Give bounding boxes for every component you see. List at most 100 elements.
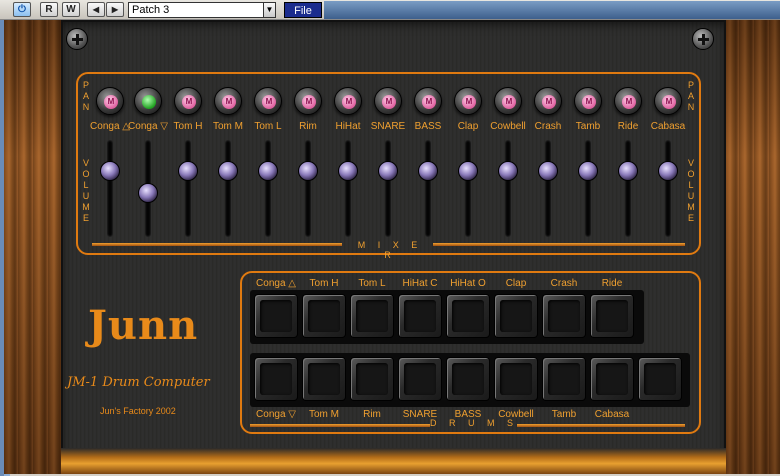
host-toolbar: ⏻ R W ◀ ▶ Patch 3 ▼ File (0, 0, 780, 20)
mute-button[interactable]: M (334, 87, 362, 115)
mute-button[interactable]: M (654, 87, 682, 115)
volume-fader-track[interactable] (305, 140, 311, 237)
volume-fader-track[interactable] (505, 140, 511, 237)
chevron-down-icon[interactable]: ▼ (263, 3, 275, 17)
volume-fader-track[interactable] (625, 140, 631, 237)
mute-button[interactable]: M (214, 87, 242, 115)
drums-title: D R U M S (429, 418, 518, 428)
drum-pad[interactable] (494, 294, 538, 338)
volume-fader-knob[interactable] (618, 161, 638, 182)
volume-fader-track[interactable] (265, 140, 271, 237)
volume-fader-track[interactable] (425, 140, 431, 237)
mute-led-icon: M (182, 95, 196, 109)
host-window-edge (0, 20, 4, 476)
drum-pad[interactable] (350, 294, 394, 338)
mute-led-icon: M (582, 95, 596, 109)
volume-fader-track[interactable] (225, 140, 231, 237)
drum-pad[interactable] (638, 357, 682, 401)
mixer-divider-right (433, 243, 685, 246)
mute-button[interactable]: M (494, 87, 522, 115)
mute-button[interactable]: M (254, 87, 282, 115)
volume-fader-knob[interactable] (178, 161, 198, 182)
next-patch-button[interactable]: ▶ (106, 2, 124, 17)
mute-button[interactable]: M (134, 87, 162, 115)
factory-credit: Jun's Factory 2002 (100, 406, 176, 416)
mixer-divider-left (92, 243, 342, 246)
drum-pad[interactable] (350, 357, 394, 401)
mute-button[interactable]: M (174, 87, 202, 115)
power-button[interactable]: ⏻ (13, 2, 31, 17)
volume-fader-track[interactable] (545, 140, 551, 237)
drum-pad[interactable] (254, 294, 298, 338)
file-button[interactable]: File (284, 2, 322, 18)
volume-fader-track[interactable] (107, 140, 113, 237)
power-icon: ⏻ (18, 4, 26, 15)
patch-select[interactable]: Patch 3 ▼ (128, 2, 276, 18)
volume-fader-knob[interactable] (418, 161, 438, 182)
volume-fader-track[interactable] (185, 140, 191, 237)
wood-side-right (724, 20, 780, 474)
drum-pad[interactable] (254, 357, 298, 401)
mute-led-icon: M (222, 95, 236, 109)
volume-fader-track[interactable] (665, 140, 671, 237)
mute-led-icon: M (462, 95, 476, 109)
previous-patch-button[interactable]: ◀ (87, 2, 105, 17)
drum-pad[interactable] (590, 294, 634, 338)
mute-led-icon: M (622, 95, 636, 109)
volume-fader-knob[interactable] (458, 161, 478, 182)
pan-label-right: P A N (687, 80, 695, 112)
model-name: JM-1 Drum Computer (67, 375, 210, 390)
volume-fader-knob[interactable] (498, 161, 518, 182)
mute-button[interactable]: M (414, 87, 442, 115)
screw-icon (692, 28, 714, 50)
write-automation-button[interactable]: W (62, 2, 80, 17)
mute-led-icon: M (382, 95, 396, 109)
mute-button[interactable]: M (294, 87, 322, 115)
volume-fader-knob[interactable] (100, 161, 120, 182)
volume-fader-knob[interactable] (538, 161, 558, 182)
drum-pad[interactable] (446, 294, 490, 338)
bottom-trim (61, 448, 726, 474)
drum-pad[interactable] (590, 357, 634, 401)
volume-fader-track[interactable] (345, 140, 351, 237)
volume-fader-track[interactable] (385, 140, 391, 237)
patch-name: Patch 3 (132, 4, 170, 16)
pad-label: Ride (601, 278, 623, 289)
brand-logo: Junn (88, 302, 199, 349)
drum-pad[interactable] (302, 294, 346, 338)
drum-pad[interactable] (398, 357, 442, 401)
volume-fader-knob[interactable] (298, 161, 318, 182)
volume-fader-knob[interactable] (218, 161, 238, 182)
mute-button[interactable]: M (454, 87, 482, 115)
drum-pad[interactable] (398, 294, 442, 338)
mute-led-icon: M (662, 95, 676, 109)
drum-pad[interactable] (302, 357, 346, 401)
screw-icon (66, 28, 88, 50)
volume-fader-knob[interactable] (578, 161, 598, 182)
pan-label-left: P A N (82, 80, 90, 112)
mute-led-icon: M (342, 95, 356, 109)
drum-pad[interactable] (446, 357, 490, 401)
mute-led-icon: M (142, 95, 156, 109)
volume-fader-track[interactable] (585, 140, 591, 237)
volume-fader-track[interactable] (465, 140, 471, 237)
mute-button[interactable]: M (614, 87, 642, 115)
volume-fader-knob[interactable] (658, 161, 678, 182)
volume-label-left: V O L U M E (82, 158, 90, 223)
mute-button[interactable]: M (574, 87, 602, 115)
volume-fader-knob[interactable] (378, 161, 398, 182)
volume-fader-knob[interactable] (338, 161, 358, 182)
drums-divider-right (517, 424, 685, 427)
mute-button[interactable]: M (534, 87, 562, 115)
mute-button[interactable]: M (96, 87, 124, 115)
volume-fader-knob[interactable] (258, 161, 278, 182)
mute-button[interactable]: M (374, 87, 402, 115)
drum-pad[interactable] (542, 357, 586, 401)
read-automation-button[interactable]: R (40, 2, 58, 17)
arrow-right-icon: ▶ (111, 5, 119, 14)
pad-label: Cabasa (594, 409, 630, 420)
drum-pad[interactable] (542, 294, 586, 338)
drum-pad[interactable] (494, 357, 538, 401)
arrow-left-icon: ◀ (92, 5, 100, 14)
mute-led-icon: M (104, 95, 118, 109)
